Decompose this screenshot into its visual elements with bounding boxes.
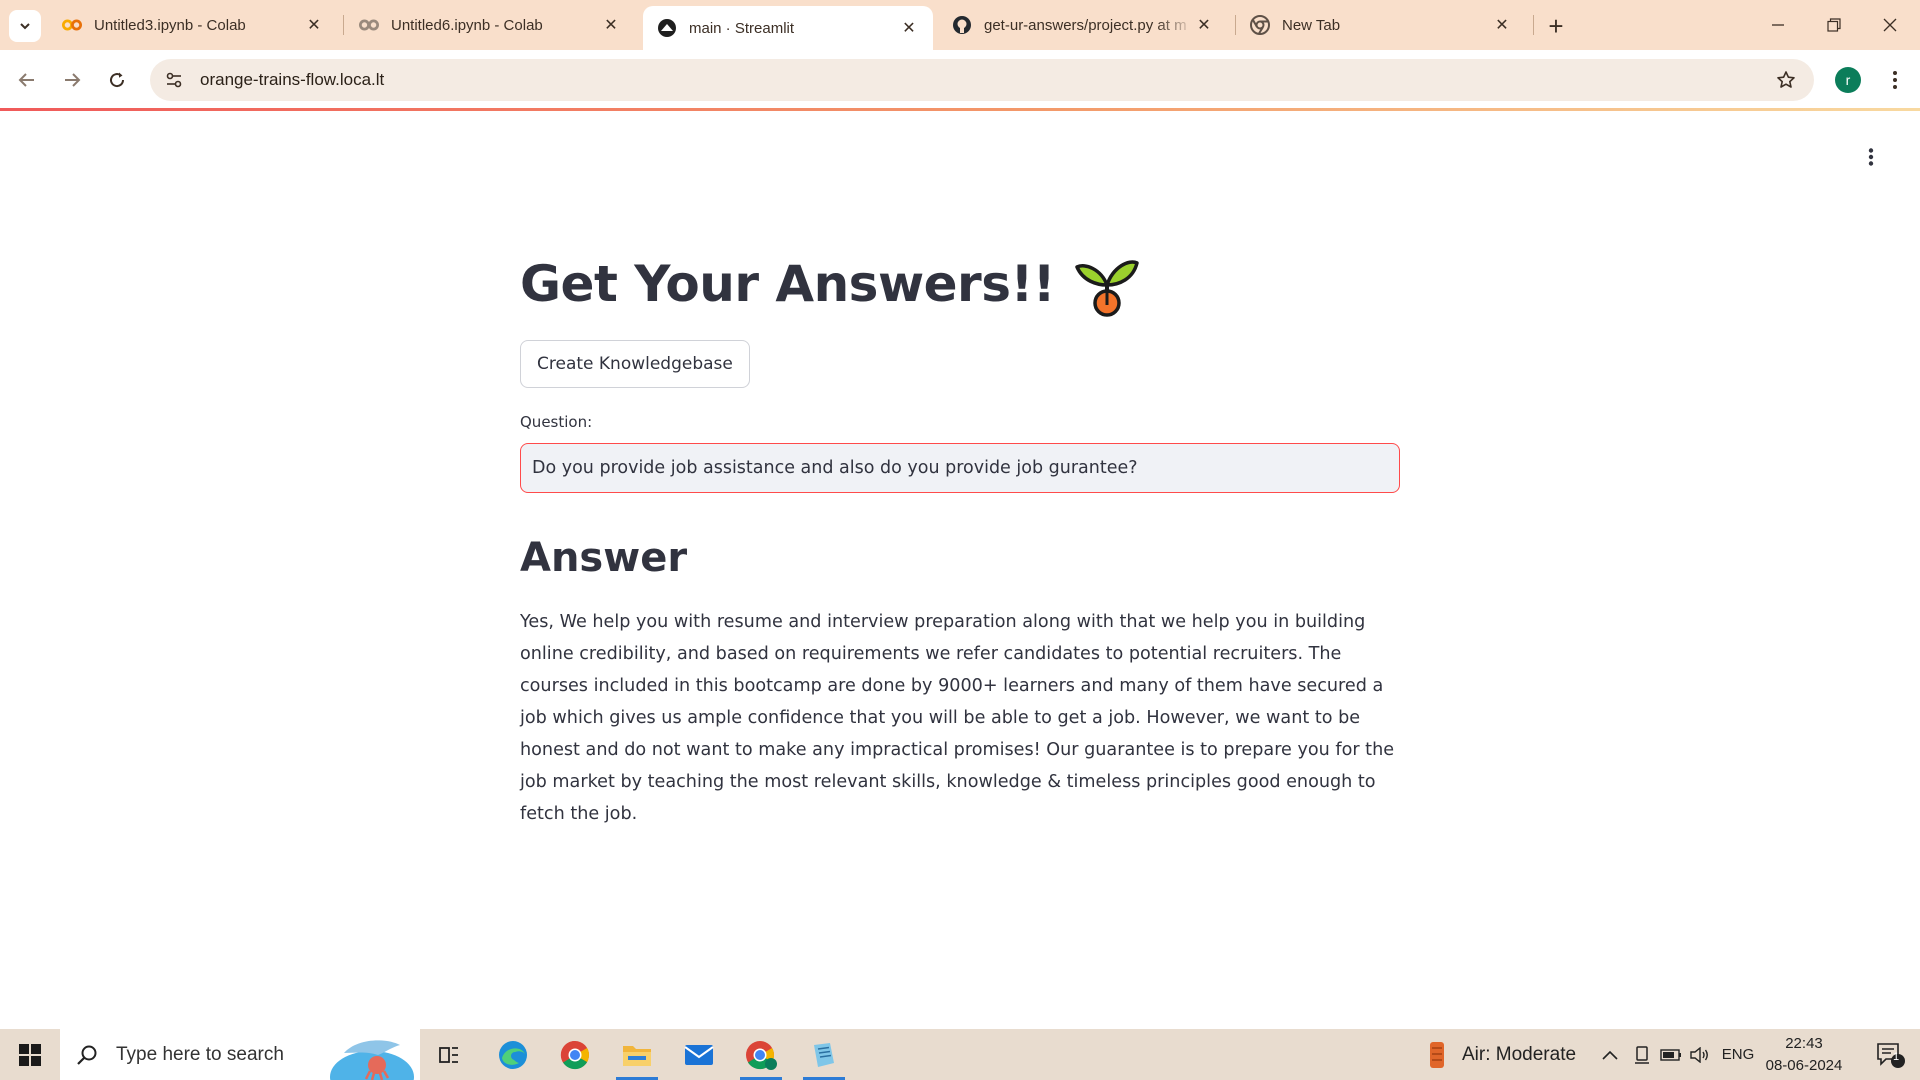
question-input[interactable]: Do you provide job assistance and also d… <box>520 443 1400 493</box>
mail-taskbar-button[interactable] <box>670 1029 728 1080</box>
task-view-button[interactable] <box>420 1029 478 1080</box>
notifications-button[interactable]: 1 <box>1862 1029 1920 1080</box>
tab-title: Untitled6.ipynb - Colab <box>391 16 543 34</box>
mail-icon <box>684 1044 714 1065</box>
notepad-taskbar-button[interactable] <box>795 1029 853 1080</box>
windows-logo-icon <box>19 1043 41 1066</box>
github-icon <box>952 15 972 35</box>
task-view-icon <box>439 1046 458 1063</box>
tab-colab-untitled6[interactable]: Untitled6.ipynb - Colab ✕ <box>345 6 635 44</box>
air-quality-icon <box>1430 1041 1444 1068</box>
chrome-icon <box>1250 15 1270 35</box>
app-menu-button[interactable] <box>1855 141 1887 173</box>
close-window-button[interactable] <box>1862 0 1918 50</box>
close-icon[interactable]: ✕ <box>1194 15 1214 35</box>
tab-title: New Tab <box>1282 16 1341 34</box>
tab-title: get-ur-answers/project.py at m <box>984 16 1187 34</box>
new-tab-button[interactable]: + <box>1540 10 1572 42</box>
restore-button[interactable] <box>1806 0 1862 50</box>
url-text[interactable]: orange-trains-flow.loca.lt <box>200 70 1766 90</box>
streamlit-icon <box>657 18 677 38</box>
start-button[interactable] <box>1 1029 59 1080</box>
input-language-button[interactable]: ENG <box>1718 1029 1758 1080</box>
site-info-icon[interactable] <box>154 60 194 100</box>
tab-separator <box>1533 15 1534 35</box>
arrow-right-icon <box>65 73 81 87</box>
minimize-icon <box>1772 24 1784 26</box>
close-icon[interactable]: ✕ <box>899 18 919 38</box>
edge-taskbar-button[interactable] <box>484 1029 542 1080</box>
create-knowledgebase-button[interactable]: Create Knowledgebase <box>520 340 750 388</box>
chrome-taskbar-button[interactable] <box>546 1029 604 1080</box>
notification-count: 1 <box>1892 1051 1900 1063</box>
taskbar-search-box[interactable]: Type here to search <box>60 1029 420 1080</box>
chevron-up-icon <box>1602 1050 1618 1060</box>
page-title: Get Your Answers!! <box>520 251 1139 317</box>
address-bar[interactable]: orange-trains-flow.loca.lt <box>150 59 1814 101</box>
browser-menu-button[interactable] <box>1880 62 1910 98</box>
more-vertical-icon <box>1868 148 1874 166</box>
search-placeholder: Type here to search <box>116 1043 284 1065</box>
seedling-icon <box>1075 260 1139 317</box>
clock-time: 22:43 <box>1785 1035 1823 1052</box>
chrome-icon <box>746 1040 777 1070</box>
page-title-text: Get Your Answers!! <box>520 255 1056 313</box>
chrome-profile-taskbar-button[interactable] <box>732 1029 790 1080</box>
show-hidden-icons-button[interactable] <box>1596 1029 1624 1080</box>
tab-github-project[interactable]: get-ur-answers/project.py at m ✕ <box>938 6 1228 44</box>
device-icon <box>1635 1045 1649 1064</box>
reload-button[interactable] <box>99 62 135 98</box>
tab-streamlit-main[interactable]: main · Streamlit ✕ <box>643 6 933 50</box>
volume-button[interactable] <box>1686 1029 1714 1080</box>
tab-title: main · Streamlit <box>689 19 795 37</box>
clock[interactable]: 22:43 08-06-2024 <box>1762 1033 1846 1077</box>
search-icon <box>77 1045 97 1065</box>
weather-widget[interactable]: Air: Moderate <box>1424 1029 1576 1080</box>
browser-tab-strip: Untitled3.ipynb - Colab ✕ Untitled6.ipyn… <box>0 0 1920 50</box>
battery-button[interactable] <box>1656 1029 1686 1080</box>
clock-date: 08-06-2024 <box>1765 1057 1843 1074</box>
file-explorer-taskbar-button[interactable] <box>608 1029 666 1080</box>
notepad-icon <box>814 1042 834 1067</box>
answer-heading: Answer <box>520 535 688 581</box>
answer-text: Yes, We help you with resume and intervi… <box>520 612 1395 824</box>
speaker-icon <box>1690 1046 1708 1063</box>
close-icon[interactable]: ✕ <box>304 15 324 35</box>
windows-taskbar: Type here to search Air: Moderate ENG 22… <box>0 1029 1920 1080</box>
profile-avatar[interactable]: r <box>1835 67 1861 93</box>
streamlit-app: Get Your Answers!! Create Knowledgebase … <box>0 111 1920 1029</box>
reload-icon <box>110 72 125 88</box>
tab-new-tab[interactable]: New Tab ✕ <box>1236 6 1526 44</box>
chevron-down-icon <box>20 23 30 30</box>
tab-colab-untitled3[interactable]: Untitled3.ipynb - Colab ✕ <box>48 6 338 44</box>
plus-icon: + <box>1548 10 1564 41</box>
bookmark-star-icon[interactable] <box>1766 60 1806 100</box>
search-highlight-dolphin-icon <box>330 1040 414 1080</box>
forward-button[interactable] <box>54 62 90 98</box>
battery-icon <box>1660 1048 1681 1061</box>
tab-separator <box>343 15 344 35</box>
minimize-button[interactable] <box>1750 0 1806 50</box>
tab-search-button[interactable] <box>9 10 41 42</box>
close-icon[interactable]: ✕ <box>1492 15 1512 35</box>
edge-icon <box>499 1040 527 1069</box>
weather-text: Air: Moderate <box>1462 1043 1577 1065</box>
question-label: Question: <box>520 413 593 431</box>
close-icon <box>1883 18 1897 32</box>
folder-icon <box>623 1045 651 1066</box>
tab-title: Untitled3.ipynb - Colab <box>94 16 246 34</box>
more-vertical-icon <box>1893 71 1897 89</box>
arrow-left-icon <box>18 73 34 87</box>
back-button[interactable] <box>9 62 45 98</box>
browser-toolbar: orange-trains-flow.loca.lt r <box>0 50 1920 110</box>
colab-icon <box>359 15 379 35</box>
restore-icon <box>1827 18 1841 32</box>
tray-device-button[interactable] <box>1628 1029 1656 1080</box>
chrome-icon <box>560 1040 589 1069</box>
colab-icon <box>62 15 82 35</box>
close-icon[interactable]: ✕ <box>601 15 621 35</box>
